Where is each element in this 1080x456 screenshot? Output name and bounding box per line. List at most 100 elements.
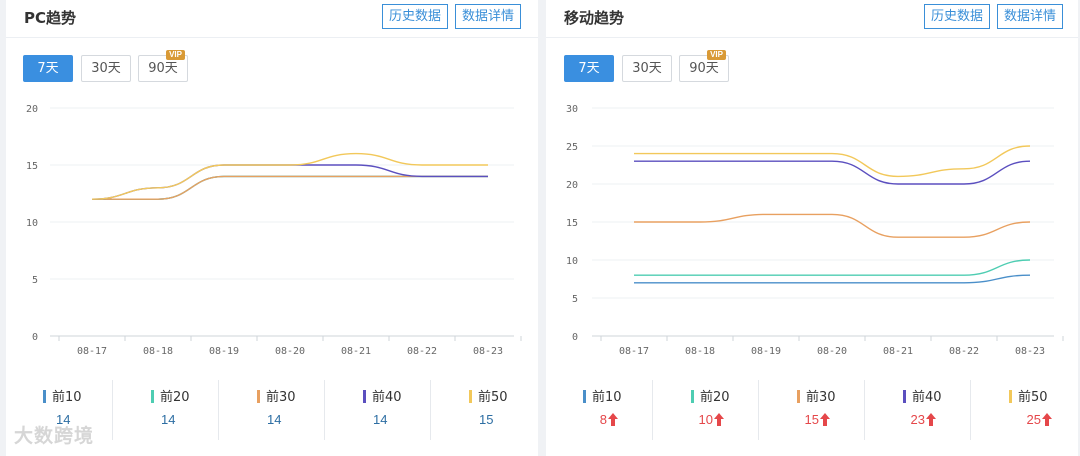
legend-label: 前10 <box>583 386 622 405</box>
legend-label-text: 前20 <box>700 390 730 405</box>
panel-header: 移动趋势 历史数据 数据详情 <box>546 0 1078 38</box>
vip-badge: VIP <box>707 50 726 60</box>
legend-item: 前50 15 <box>430 380 538 440</box>
legend-label-text: 前20 <box>160 390 190 405</box>
x-tick-label: 08-21 <box>341 346 371 355</box>
legend-item: 前40 14 <box>324 380 430 440</box>
legend-value-text: 14 <box>267 412 282 427</box>
legend-value-text: 25 <box>1026 412 1041 427</box>
legend-swatch <box>43 390 46 403</box>
legend-label-text: 前30 <box>806 390 836 405</box>
range-90d-label: 90天 <box>148 61 178 76</box>
legend-label: 前50 <box>1009 386 1048 405</box>
legend-label-text: 前10 <box>52 390 82 405</box>
legend-label: 前40 <box>363 386 402 405</box>
panel-title: PC趋势 <box>24 9 77 27</box>
legend-swatch <box>469 390 472 403</box>
series-line-前40 <box>634 160 1031 185</box>
arrow-up-icon <box>1042 413 1052 426</box>
legend-label-text: 前10 <box>592 390 622 405</box>
history-data-button[interactable]: 历史数据 <box>924 4 991 29</box>
data-detail-button[interactable]: 数据详情 <box>455 4 522 29</box>
legend-swatch <box>257 390 260 403</box>
y-tick-label: 20 <box>566 180 578 191</box>
x-tick-label: 08-17 <box>619 346 649 355</box>
legend-value-text: 14 <box>373 412 388 427</box>
mobile-trend-panel: 移动趋势 历史数据 数据详情 7天 30天 90天 VIP 0 5 10 15 20 25… <box>546 0 1078 456</box>
legend-swatch <box>797 390 800 403</box>
legend-label: 前20 <box>151 386 190 405</box>
range-90d-button[interactable]: 90天 VIP <box>679 50 729 82</box>
legend-value: 14 <box>267 412 281 427</box>
legend-value: 15 <box>805 412 830 427</box>
legend-item: 前10 8 <box>546 380 652 440</box>
y-tick-label: 25 <box>566 142 578 153</box>
pc-trend-panel: PC趋势 历史数据 数据详情 7天 30天 90天 VIP 0 5 10 15 20 08… <box>6 0 538 456</box>
x-tick-label: 08-22 <box>407 346 437 355</box>
mobile-line-chart: 0 5 10 15 20 25 30 08-17 08-18 08-19 08-20 08-21 08-… <box>566 104 1064 355</box>
legend-label: 前10 <box>43 386 82 405</box>
vip-badge: VIP <box>166 50 185 60</box>
legend-value: 10 <box>699 412 724 427</box>
x-tick-label: 08-23 <box>473 346 503 355</box>
range-7d-button[interactable]: 7天 <box>564 55 614 82</box>
legend-value-text: 15 <box>804 412 819 427</box>
x-tick-label: 08-19 <box>209 346 239 355</box>
x-tick-label: 08-19 <box>751 346 781 355</box>
series-line-前30 <box>634 213 1031 238</box>
y-tick-label: 20 <box>26 104 38 115</box>
legend-item: 前40 23 <box>864 380 970 440</box>
legend-label: 前30 <box>797 386 836 405</box>
x-tick-label: 08-20 <box>817 346 847 355</box>
x-tick-label: 08-20 <box>275 346 305 355</box>
y-tick-label: 15 <box>26 161 38 172</box>
legend-label: 前50 <box>469 386 508 405</box>
legend-value-text: 23 <box>910 412 925 427</box>
panel-header: PC趋势 历史数据 数据详情 <box>6 0 538 38</box>
legend-value: 25 <box>1027 412 1052 427</box>
x-tick-label: 08-18 <box>685 346 715 355</box>
range-90d-label: 90天 <box>689 61 719 76</box>
x-tick-label: 08-23 <box>1015 346 1045 355</box>
y-tick-label: 0 <box>572 332 578 343</box>
pc-line-chart: 0 5 10 15 20 08-17 08-18 08-19 08-20 08-21 08-22 08… <box>26 104 522 355</box>
legend-value: 14 <box>373 412 387 427</box>
watermark: 大数跨境 <box>14 425 95 447</box>
y-tick-label: 5 <box>572 294 578 305</box>
x-tick-label: 08-17 <box>77 346 107 355</box>
y-tick-label: 10 <box>26 218 38 229</box>
legend-swatch <box>363 390 366 403</box>
data-detail-button[interactable]: 数据详情 <box>997 4 1064 29</box>
legend-label: 前40 <box>903 386 942 405</box>
mobile-legend: 前10 8 前20 10 前30 15 前40 23 前50 25 <box>546 380 1078 440</box>
legend-value: 23 <box>911 412 936 427</box>
legend-value: 8 <box>600 412 618 427</box>
legend-item: 前50 25 <box>970 380 1078 440</box>
arrow-up-icon <box>608 413 618 426</box>
arrow-up-icon <box>820 413 830 426</box>
range-90d-button[interactable]: 90天 VIP <box>138 50 188 82</box>
legend-label-text: 前40 <box>912 390 942 405</box>
legend-value-text: 14 <box>161 412 176 427</box>
series-line-前40 <box>91 164 488 200</box>
history-data-button[interactable]: 历史数据 <box>382 4 449 29</box>
legend-label-text: 前50 <box>478 390 508 405</box>
arrow-up-icon <box>714 413 724 426</box>
arrow-up-icon <box>926 413 936 426</box>
range-30d-button[interactable]: 30天 <box>622 55 672 82</box>
legend-item: 前20 14 <box>112 380 218 440</box>
series-line-前10 <box>634 274 1031 284</box>
panel-title: 移动趋势 <box>564 9 625 27</box>
legend-swatch <box>903 390 906 403</box>
legend-swatch <box>583 390 586 403</box>
legend-label-text: 前50 <box>1018 390 1048 405</box>
legend-swatch <box>691 390 694 403</box>
y-tick-label: 0 <box>32 332 38 343</box>
range-30d-button[interactable]: 30天 <box>81 55 131 82</box>
y-tick-label: 15 <box>566 218 578 229</box>
legend-value: 15 <box>479 412 493 427</box>
x-tick-label: 08-18 <box>143 346 173 355</box>
x-tick-label: 08-21 <box>883 346 913 355</box>
range-7d-button[interactable]: 7天 <box>23 55 73 82</box>
legend-swatch <box>1009 390 1012 403</box>
